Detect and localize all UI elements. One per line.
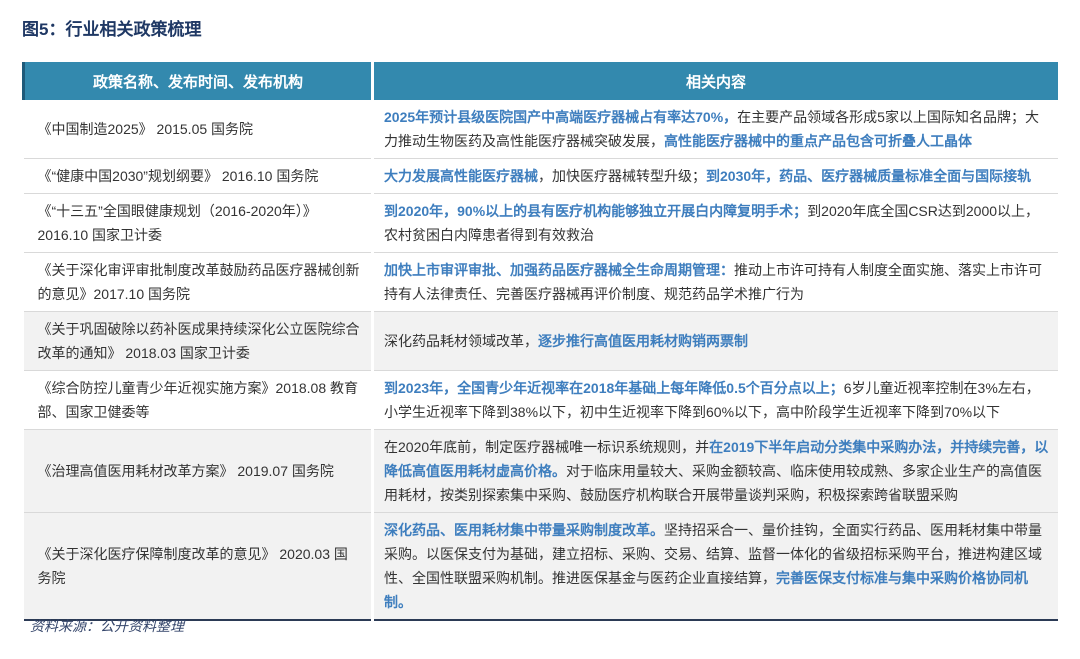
- column-header-content: 相关内容: [373, 62, 1059, 100]
- content-segment: 高性能医疗器械中的重点产品包含可折叠人工晶体: [664, 133, 972, 149]
- policy-name-cell: 《关于深化审评审批制度改革鼓励药品医疗器械创新的意见》2017.10 国务院: [24, 253, 373, 312]
- content-segment: 深化药品耗材领域改革，: [384, 333, 538, 349]
- policy-content-cell: 大力发展高性能医疗器械，加快医疗器械转型升级；到2030年，药品、医疗器械质量标…: [373, 159, 1059, 194]
- content-segment: 加快上市审评审批、加强药品医疗器械全生命周期管理：: [384, 262, 734, 278]
- source-note: 资料来源：公开资料整理: [30, 616, 184, 636]
- policy-name-cell: 《“健康中国2030”规划纲要》 2016.10 国务院: [24, 159, 373, 194]
- policy-content-cell: 到2023年，全国青少年近视率在2018年基础上每年降低0.5个百分点以上；6岁…: [373, 371, 1059, 430]
- policy-name-cell: 《“十三五”全国眼健康规划（2016-2020年）》2016.10 国家卫计委: [24, 194, 373, 253]
- policy-name-cell: 《治理高值医用耗材改革方案》 2019.07 国务院: [24, 430, 373, 513]
- policy-table: 政策名称、发布时间、发布机构 相关内容 《中国制造2025》 2015.05 国…: [22, 62, 1058, 621]
- table-row: 《“健康中国2030”规划纲要》 2016.10 国务院 大力发展高性能医疗器械…: [24, 159, 1059, 194]
- content-segment: 2025年预计县级医院国产中高端医疗器械占有率达70%，: [384, 109, 737, 125]
- content-segment: 到2023年，全国青少年近视率在2018年基础上每年降低0.5个百分点以上；: [384, 380, 844, 396]
- table-row: 《治理高值医用耗材改革方案》 2019.07 国务院 在2020年底前，制定医疗…: [24, 430, 1059, 513]
- content-segment: 在2020年底前，制定医疗器械唯一标识系统规则，并: [384, 439, 709, 455]
- table-row: 《“十三五”全国眼健康规划（2016-2020年）》2016.10 国家卫计委 …: [24, 194, 1059, 253]
- content-segment: ，加快医疗器械转型升级；: [538, 168, 706, 184]
- policy-name-cell: 《关于巩固破除以药补医成果持续深化公立医院综合改革的通知》 2018.03 国家…: [24, 312, 373, 371]
- policy-content-cell: 深化药品、医用耗材集中带量采购制度改革。坚持招采合一、量价挂钩，全面实行药品、医…: [373, 513, 1059, 621]
- policy-content-cell: 2025年预计县级医院国产中高端医疗器械占有率达70%，在主要产品领域各形成5家…: [373, 100, 1059, 159]
- table-row: 《关于巩固破除以药补医成果持续深化公立医院综合改革的通知》 2018.03 国家…: [24, 312, 1059, 371]
- column-header-policy: 政策名称、发布时间、发布机构: [24, 62, 373, 100]
- page-title: 图5：行业相关政策梳理: [22, 15, 201, 40]
- table-row: 《综合防控儿童青少年近视实施方案》2018.08 教育部、国家卫健委等 到202…: [24, 371, 1059, 430]
- content-segment: 到2020年，90%以上的县有医疗机构能够独立开展白内障复明手术；: [384, 203, 807, 219]
- policy-name-cell: 《中国制造2025》 2015.05 国务院: [24, 100, 373, 159]
- table-row: 《关于深化医疗保障制度改革的意见》 2020.03 国务院 深化药品、医用耗材集…: [24, 513, 1059, 621]
- policy-content-cell: 加快上市审评审批、加强药品医疗器械全生命周期管理：推动上市许可持有人制度全面实施…: [373, 253, 1059, 312]
- policy-content-cell: 深化药品耗材领域改革，逐步推行高值医用耗材购销两票制: [373, 312, 1059, 371]
- policy-content-cell: 在2020年底前，制定医疗器械唯一标识系统规则，并在2019下半年启动分类集中采…: [373, 430, 1059, 513]
- policy-name-cell: 《关于深化医疗保障制度改革的意见》 2020.03 国务院: [24, 513, 373, 621]
- table-row: 《中国制造2025》 2015.05 国务院 2025年预计县级医院国产中高端医…: [24, 100, 1059, 159]
- content-segment: 到2030年，药品、医疗器械质量标准全面与国际接轨: [706, 168, 1031, 184]
- content-segment: 逐步推行高值医用耗材购销两票制: [538, 333, 748, 349]
- policy-name-cell: 《综合防控儿童青少年近视实施方案》2018.08 教育部、国家卫健委等: [24, 371, 373, 430]
- content-segment: 深化药品、医用耗材集中带量采购制度改革。: [384, 522, 664, 538]
- content-segment: 大力发展高性能医疗器械: [384, 168, 538, 184]
- table-row: 《关于深化审评审批制度改革鼓励药品医疗器械创新的意见》2017.10 国务院 加…: [24, 253, 1059, 312]
- policy-content-cell: 到2020年，90%以上的县有医疗机构能够独立开展白内障复明手术；到2020年底…: [373, 194, 1059, 253]
- table-header-row: 政策名称、发布时间、发布机构 相关内容: [24, 62, 1059, 100]
